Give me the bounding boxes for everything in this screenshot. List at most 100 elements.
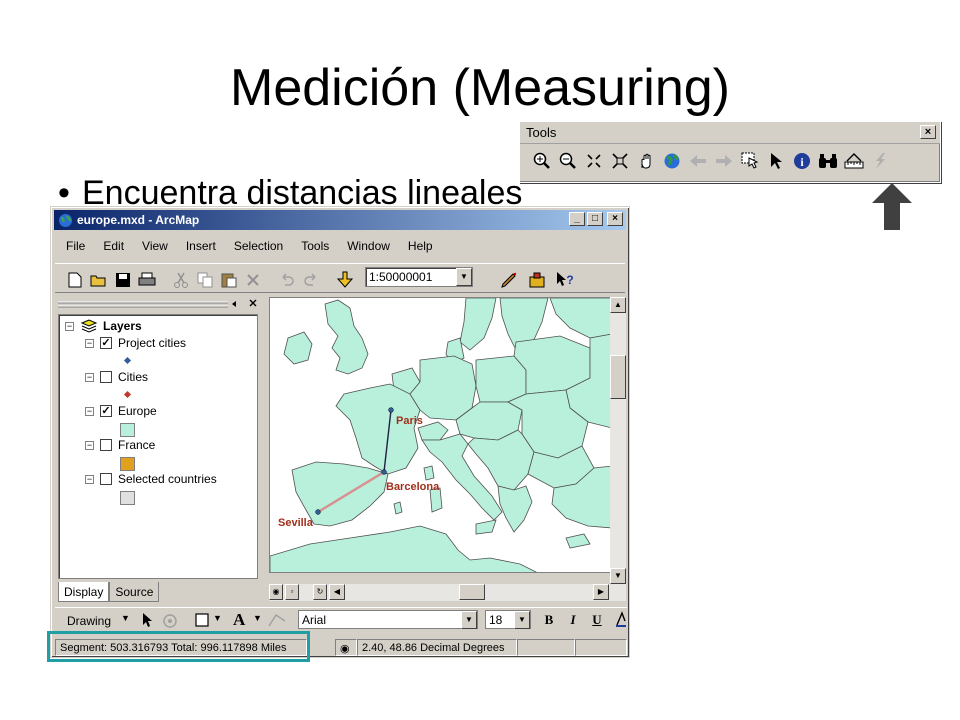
open-icon[interactable] — [89, 270, 109, 290]
window-titlebar[interactable]: europe.mxd - ArcMap _ □ × — [54, 210, 626, 230]
save-icon[interactable] — [113, 270, 133, 290]
tools-close-button[interactable]: × — [920, 125, 936, 139]
maximize-button[interactable]: □ — [587, 212, 603, 226]
toc-root-row[interactable]: − Layers — [65, 318, 142, 334]
toc-layer-selected-countries[interactable]: − Selected countries — [85, 471, 217, 487]
delete-icon[interactable] — [243, 270, 263, 290]
print-icon[interactable] — [137, 270, 157, 290]
layer-checkbox[interactable]: ✓ — [100, 405, 112, 417]
map-vertical-scrollbar[interactable]: ▲ ▼ — [610, 297, 626, 584]
refresh-view-button[interactable]: ↻ — [313, 584, 327, 600]
expander-icon[interactable]: − — [85, 372, 94, 382]
menu-file[interactable]: File — [54, 237, 91, 257]
cut-icon[interactable] — [171, 270, 191, 290]
undo-icon[interactable] — [277, 270, 297, 290]
chevron-down-icon[interactable]: ▼ — [121, 613, 130, 623]
full-extent-icon[interactable] — [660, 149, 683, 173]
expander-icon[interactable]: − — [85, 338, 94, 348]
menu-edit[interactable]: Edit — [91, 237, 130, 257]
zoom-in-icon[interactable] — [530, 149, 553, 173]
layer-label: France — [118, 438, 156, 452]
scroll-thumb[interactable] — [610, 355, 626, 399]
map-horizontal-scrollbar[interactable]: ◉ ▫ ↻ ◀ ▶ — [269, 584, 626, 601]
edit-vertices-icon[interactable] — [267, 612, 287, 628]
layer-checkbox[interactable]: ✓ — [100, 337, 112, 349]
layer-checkbox[interactable] — [100, 371, 112, 383]
redo-icon[interactable] — [301, 270, 321, 290]
menu-tools[interactable]: Tools — [289, 237, 335, 257]
close-button[interactable]: × — [607, 212, 623, 226]
layout-view-button[interactable]: ▫ — [285, 584, 299, 600]
select-elements-icon[interactable] — [764, 149, 787, 173]
point-symbol-icon — [123, 356, 132, 365]
menu-help[interactable]: Help — [396, 237, 439, 257]
scroll-left-button[interactable]: ◀ — [329, 584, 345, 600]
scroll-up-button[interactable]: ▲ — [610, 297, 626, 313]
chevron-down-icon[interactable]: ▼ — [253, 613, 262, 623]
font-color-icon[interactable] — [616, 611, 626, 627]
tab-source[interactable]: Source — [109, 582, 160, 602]
select-elements-icon[interactable] — [141, 612, 153, 628]
rotate-icon[interactable] — [161, 612, 179, 630]
rectangle-icon[interactable] — [195, 613, 209, 627]
pan-icon[interactable] — [634, 149, 657, 173]
measure-icon[interactable] — [842, 149, 865, 173]
font-size-combobox[interactable]: 18 ▼ — [485, 610, 531, 629]
layer-checkbox[interactable] — [100, 439, 112, 451]
tab-display[interactable]: Display — [58, 582, 110, 602]
fixed-zoom-in-icon[interactable] — [582, 149, 605, 173]
back-extent-icon[interactable] — [686, 149, 709, 173]
copy-icon[interactable] — [195, 270, 215, 290]
menu-insert[interactable]: Insert — [174, 237, 222, 257]
bold-button[interactable]: B — [539, 610, 559, 629]
whats-this-icon[interactable]: ? — [555, 270, 575, 290]
italic-button[interactable]: I — [563, 610, 583, 629]
europe-map[interactable]: Paris Barcelona Sevilla — [270, 298, 611, 573]
new-icon[interactable] — [65, 270, 85, 290]
table-of-contents: − Layers − ✓ Project cities − Cities − ✓… — [58, 314, 258, 579]
new-text-icon[interactable]: A — [233, 610, 245, 630]
map-display[interactable]: Paris Barcelona Sevilla — [269, 297, 611, 573]
hyperlink-icon[interactable] — [868, 149, 891, 173]
find-icon[interactable] — [816, 149, 839, 173]
city-label-sevilla: Sevilla — [278, 517, 314, 529]
expander-icon[interactable]: − — [85, 474, 94, 484]
menu-selection[interactable]: Selection — [222, 237, 289, 257]
layer-checkbox[interactable] — [100, 473, 112, 485]
scale-dropdown-button[interactable]: ▼ — [456, 268, 472, 286]
chevron-down-icon[interactable]: ▼ — [213, 613, 222, 623]
toc-layer-cities[interactable]: − Cities — [85, 369, 148, 385]
toc-grip-bar[interactable] — [56, 297, 262, 311]
map-scale-combobox[interactable]: 1:50000001 ▼ — [365, 267, 473, 287]
horizontal-scroll-thumb[interactable] — [459, 584, 485, 600]
scroll-down-button[interactable]: ▼ — [610, 568, 626, 584]
select-features-icon[interactable] — [738, 149, 761, 173]
paste-icon[interactable] — [219, 270, 239, 290]
scroll-right-button[interactable]: ▶ — [593, 584, 609, 600]
underline-button[interactable]: U — [587, 610, 607, 629]
font-combobox[interactable]: Arial ▼ — [298, 610, 478, 629]
add-data-icon[interactable] — [335, 270, 355, 290]
minimize-button[interactable]: _ — [569, 212, 585, 226]
data-view-button[interactable]: ◉ — [269, 584, 283, 600]
size-dropdown-button[interactable]: ▼ — [514, 611, 530, 629]
menu-window[interactable]: Window — [335, 237, 396, 257]
drawing-menu[interactable]: Drawing — [67, 614, 111, 628]
window-title: europe.mxd - ArcMap — [77, 213, 200, 227]
expander-icon[interactable]: − — [85, 440, 94, 450]
menu-view[interactable]: View — [130, 237, 174, 257]
editor-icon[interactable] — [499, 270, 519, 290]
identify-icon[interactable]: i — [790, 149, 813, 173]
expander-icon[interactable]: − — [85, 406, 94, 416]
toc-layer-project-cities[interactable]: − ✓ Project cities — [85, 335, 186, 351]
font-dropdown-button[interactable]: ▼ — [461, 611, 477, 629]
svg-text:?: ? — [566, 273, 573, 287]
layer-label: Selected countries — [118, 472, 217, 486]
expander-icon[interactable]: − — [65, 321, 74, 331]
toc-layer-europe[interactable]: − ✓ Europe — [85, 403, 157, 419]
toc-layer-france[interactable]: − France — [85, 437, 155, 453]
arctoolbox-icon[interactable] — [527, 270, 547, 290]
fixed-zoom-out-icon[interactable] — [608, 149, 631, 173]
forward-extent-icon[interactable] — [712, 149, 735, 173]
zoom-out-icon[interactable] — [556, 149, 579, 173]
